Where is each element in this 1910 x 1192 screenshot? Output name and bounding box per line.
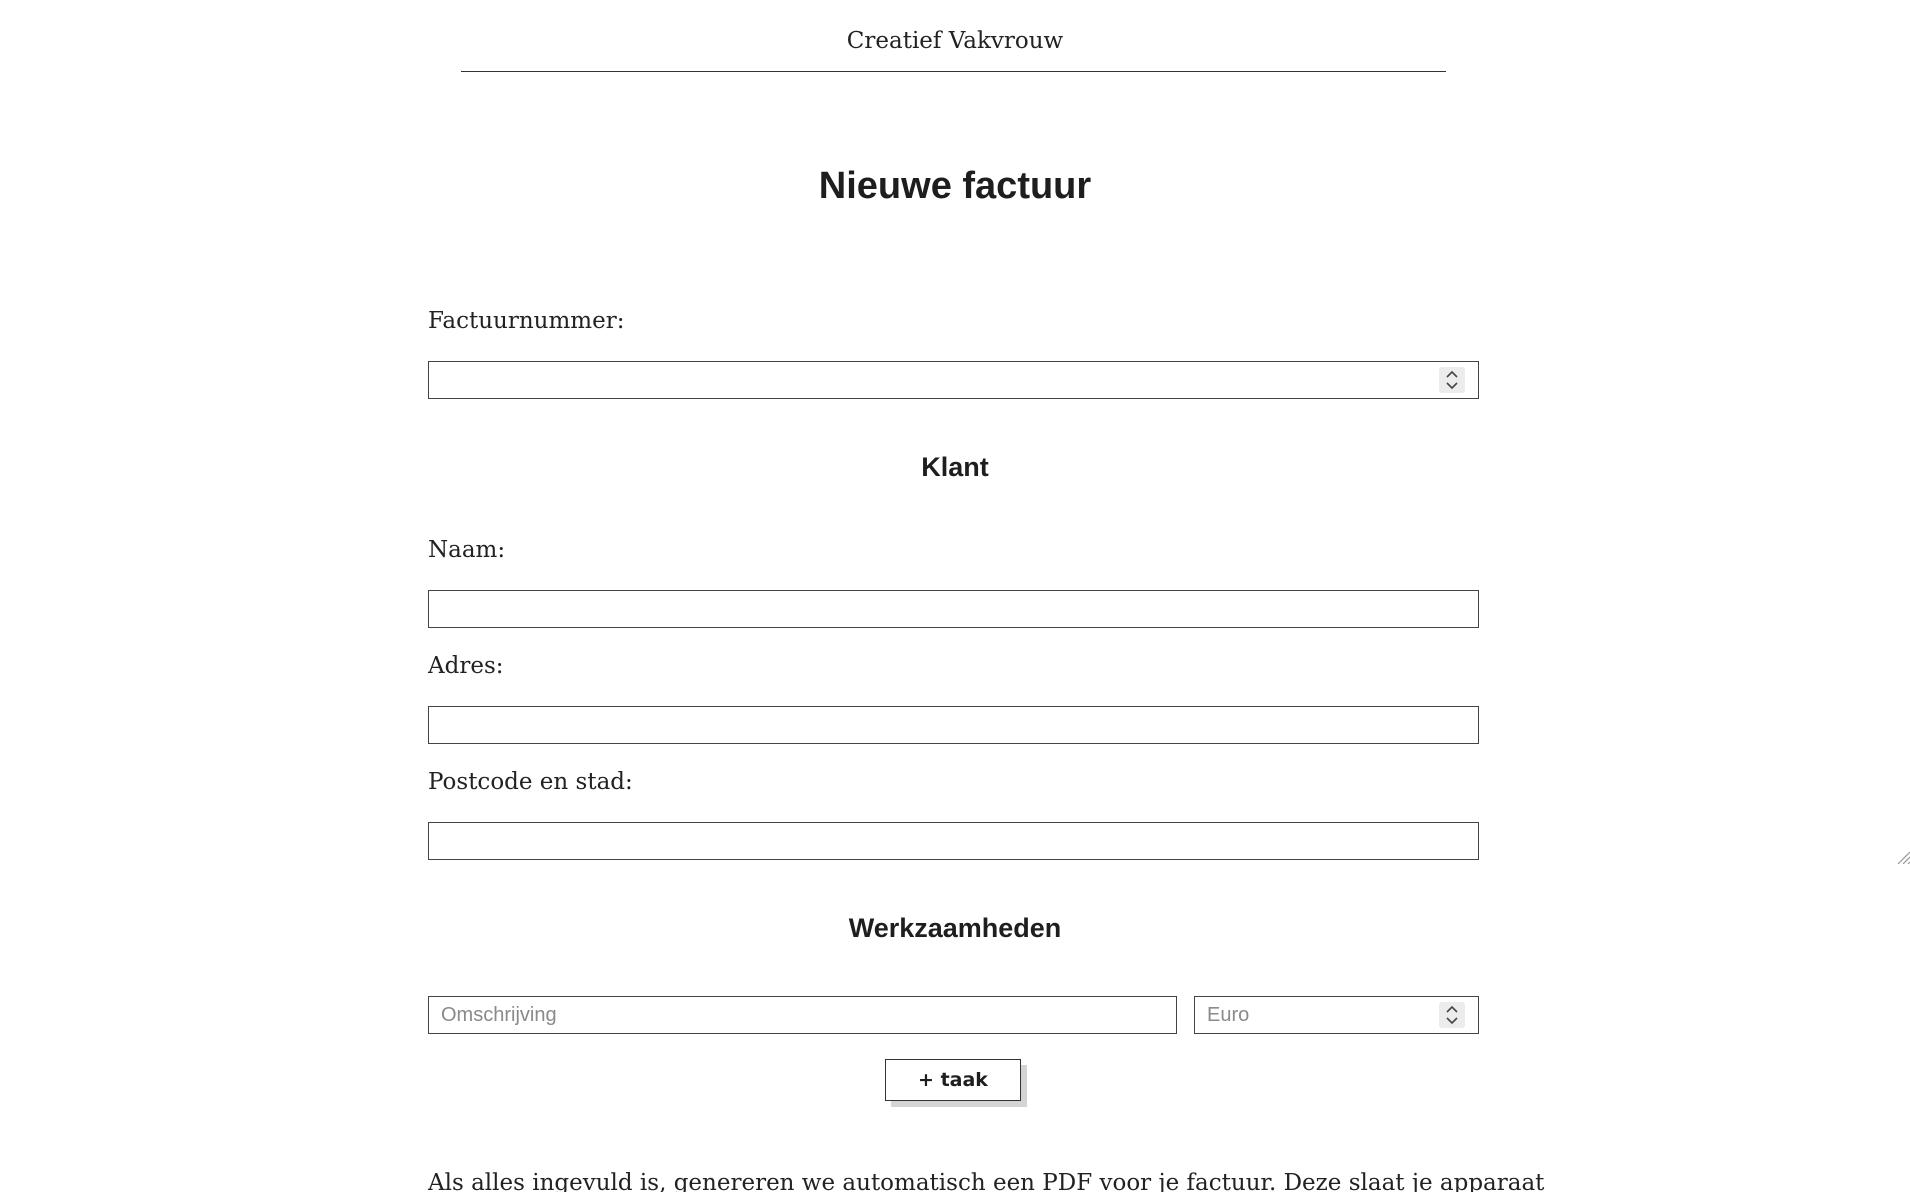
task-description-input[interactable]	[428, 996, 1177, 1034]
spinner-arrows-icon[interactable]	[1439, 1002, 1465, 1028]
customer-name-label: Naam:	[428, 537, 506, 563]
invoice-number-input[interactable]	[429, 362, 1430, 398]
task-amount-field[interactable]	[1194, 996, 1479, 1034]
brand-name: Creatief Vakvrouw	[846, 28, 1064, 54]
pdf-info-text: Als alles ingevuld is, genereren we auto…	[428, 1170, 1545, 1192]
spinner-arrows-icon[interactable]	[1439, 367, 1465, 393]
task-amount-input[interactable]	[1195, 997, 1430, 1033]
page-title: Nieuwe factuur	[818, 165, 1092, 207]
customer-address-input[interactable]	[428, 706, 1479, 744]
resize-grip-icon[interactable]	[1896, 850, 1910, 864]
customer-address-label: Adres:	[428, 653, 504, 679]
invoice-number-field[interactable]	[428, 361, 1479, 399]
customer-postal-city-input[interactable]	[428, 822, 1479, 860]
header-divider	[461, 71, 1446, 72]
customer-name-input[interactable]	[428, 590, 1479, 628]
customer-section-title: Klant	[921, 452, 989, 482]
add-task-button[interactable]: + taak	[885, 1059, 1021, 1101]
tasks-section-title: Werkzaamheden	[848, 913, 1062, 943]
invoice-number-label: Factuurnummer:	[428, 308, 625, 334]
customer-postal-city-label: Postcode en stad:	[428, 769, 633, 795]
